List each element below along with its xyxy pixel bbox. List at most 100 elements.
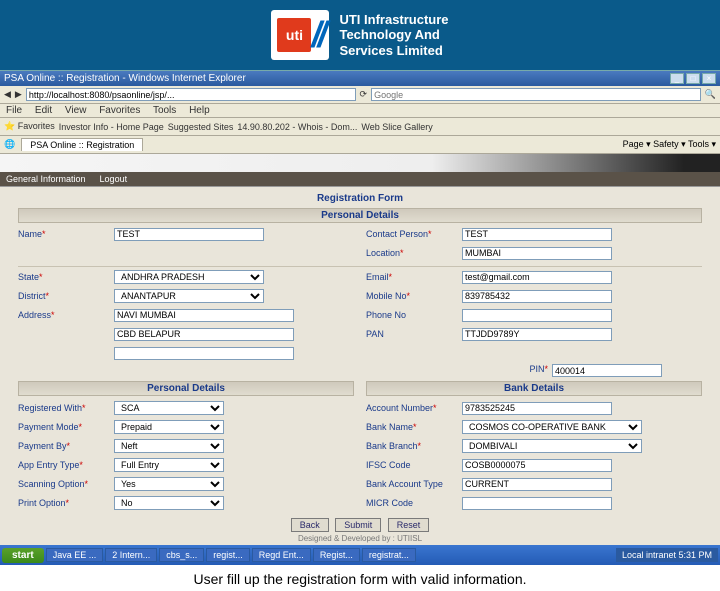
taskbar: start Java EE ... 2 Intern... cbs_s... r… [0,545,720,565]
page-tools[interactable]: Page ▾ Safety ▾ Tools ▾ [623,139,716,150]
taskbar-item[interactable]: regist... [206,548,250,562]
company-line2: Technology And [339,27,448,43]
micr-field[interactable] [462,497,612,510]
payby-select[interactable]: Neft [114,439,224,453]
address-bar-row: ◀ ▶ ⟳ 🔍 [0,86,720,104]
section-bank: Bank Details [366,381,702,396]
start-button[interactable]: start [2,548,44,563]
label-ifsc: IFSC Code [366,460,458,470]
window-titlebar: PSA Online :: Registration - Windows Int… [0,70,720,86]
name-field[interactable] [114,228,264,241]
ifsc-field[interactable] [462,459,612,472]
address-input[interactable] [26,88,356,101]
taskbar-item[interactable]: Java EE ... [46,548,104,562]
phone-field[interactable] [462,309,612,322]
refresh-icon[interactable]: ⟳ [360,89,368,100]
label-mobile: Mobile No* [366,291,458,301]
label-address: Address* [18,310,110,320]
search-input[interactable] [371,88,701,101]
fav-link-2[interactable]: Suggested Sites [168,122,234,132]
menu-help[interactable]: Help [189,105,210,116]
district-select[interactable]: ANANTAPUR [114,289,264,303]
company-name: UTI Infrastructure Technology And Servic… [339,12,448,59]
apptype-select[interactable]: Full Entry [114,458,224,472]
label-email: Email* [366,272,458,282]
submit-button[interactable]: Submit [335,518,381,532]
location-field[interactable] [462,247,612,260]
label-pan: PAN [366,329,458,339]
printopt-select[interactable]: No [114,496,224,510]
fav-link-3[interactable]: 14.90.80.202 - Whois - Dom... [237,122,357,132]
label-apptype: App Entry Type* [18,460,110,470]
label-name: Name* [18,229,110,239]
bankname-select[interactable]: COSMOS CO-OPERATIVE BANK [462,420,642,434]
favorites-label[interactable]: ⭐ Favorites [4,121,55,132]
label-phone: Phone No [366,310,458,320]
address3-field[interactable] [114,347,294,360]
fav-link-1[interactable]: Investor Info - Home Page [59,122,164,132]
fav-link-4[interactable]: Web Slice Gallery [361,122,432,132]
paymode-select[interactable]: Prepaid [114,420,224,434]
taskbar-item[interactable]: registrat... [362,548,416,562]
address1-field[interactable] [114,309,294,322]
pan-field[interactable] [462,328,612,341]
reset-button[interactable]: Reset [388,518,430,532]
taskbar-item[interactable]: Regd Ent... [252,548,311,562]
pin-field[interactable] [552,364,662,377]
label-contact: Contact Person* [366,229,458,239]
tab-icon: 🌐 [4,139,15,150]
page-header-image [0,154,720,172]
regwith-select[interactable]: SCA [114,401,224,415]
menu-tools[interactable]: Tools [153,105,176,116]
close-icon[interactable]: × [702,73,716,84]
email-field[interactable] [462,271,612,284]
label-branch: Bank Branch* [366,441,458,451]
label-micr: MICR Code [366,498,458,508]
back-icon[interactable]: ◀ [4,89,11,100]
label-regwith: Registered With* [18,403,110,413]
forward-icon[interactable]: ▶ [15,89,22,100]
menu-bar: File Edit View Favorites Tools Help [0,104,720,118]
menu-edit[interactable]: Edit [35,105,52,116]
nav-general-info[interactable]: General Information [6,174,86,184]
state-select[interactable]: ANDHRA PRADESH [114,270,264,284]
label-state: State* [18,272,110,282]
menu-file[interactable]: File [6,105,22,116]
tab-active[interactable]: PSA Online :: Registration [21,138,143,151]
company-line1: UTI Infrastructure [339,12,448,28]
label-printopt: Print Option* [18,498,110,508]
slide-caption: User fill up the registration form with … [0,565,720,591]
acctno-field[interactable] [462,402,612,415]
scanopt-select[interactable]: Yes [114,477,224,491]
label-scanopt: Scanning Option* [18,479,110,489]
label-payby: Payment By* [18,441,110,451]
window-title: PSA Online :: Registration - Windows Int… [4,73,246,84]
label-accttype: Bank Account Type [366,479,458,489]
contact-field[interactable] [462,228,612,241]
taskbar-item[interactable]: Regist... [313,548,360,562]
menu-view[interactable]: View [65,105,87,116]
page-body: General Information Logout Registration … [0,154,720,545]
branch-select[interactable]: DOMBIVALI [462,439,642,453]
favorites-row: ⭐ Favorites Investor Info - Home Page Su… [0,118,720,136]
accttype-field[interactable] [462,478,612,491]
system-tray[interactable]: Local intranet 5:31 PM [616,548,718,562]
nav-logout[interactable]: Logout [100,174,128,184]
section-personal: Personal Details [18,208,702,223]
corporate-banner: uti // UTI Infrastructure Technology And… [0,0,720,70]
label-paymode: Payment Mode* [18,422,110,432]
logo: uti // [271,10,329,60]
address2-field[interactable] [114,328,294,341]
developed-by: Designed & Developed by : UTIISL [18,534,702,543]
taskbar-item[interactable]: cbs_s... [159,548,204,562]
form-title: Registration Form [18,193,702,204]
logo-square: uti [277,18,311,52]
label-bankname: Bank Name* [366,422,458,432]
taskbar-item[interactable]: 2 Intern... [105,548,157,562]
maximize-icon[interactable]: □ [686,73,700,84]
menu-favorites[interactable]: Favorites [99,105,140,116]
back-button[interactable]: Back [291,518,329,532]
search-icon[interactable]: 🔍 [705,89,716,100]
mobile-field[interactable] [462,290,612,303]
minimize-icon[interactable]: _ [670,73,684,84]
